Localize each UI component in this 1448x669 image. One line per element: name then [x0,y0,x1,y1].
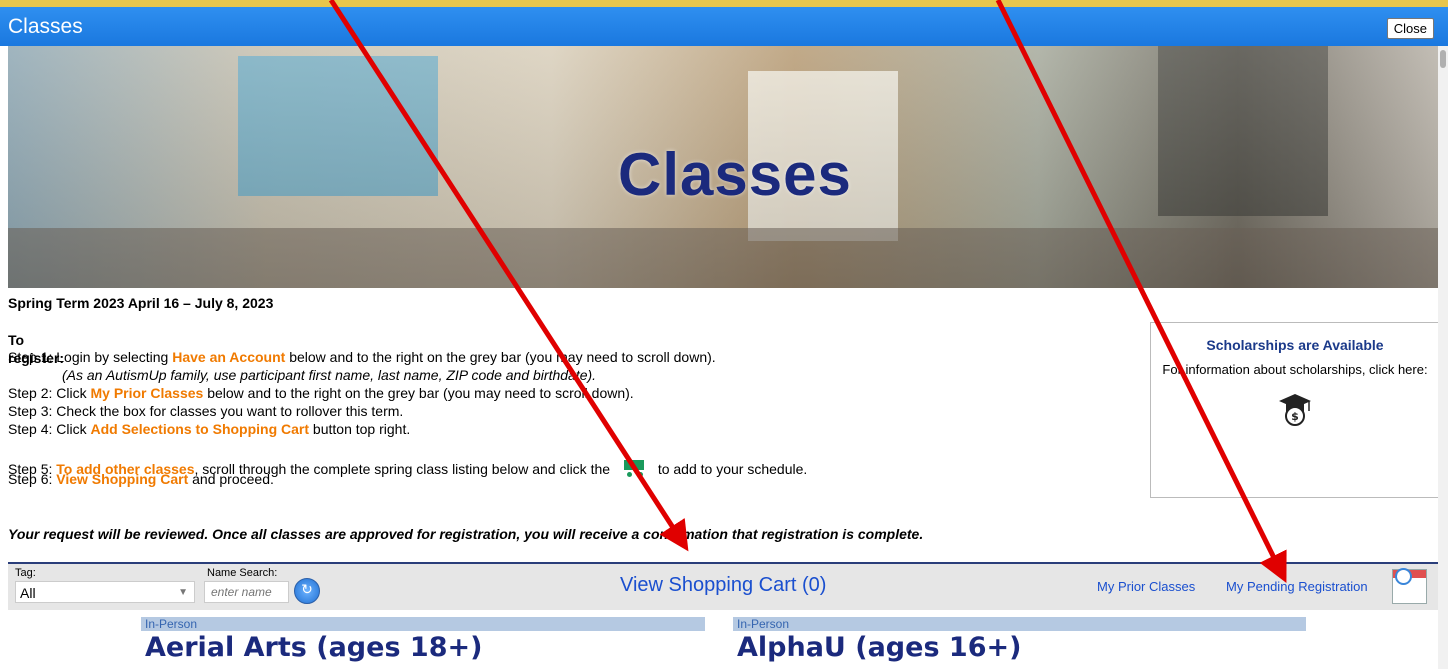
name-search-input[interactable] [204,581,289,603]
search-refresh-button[interactable]: ↻ [294,578,320,604]
class-name[interactable]: AlphaU (ages 16+) [733,632,1306,663]
tag-label: Tag: [15,567,36,579]
my-prior-classes-button[interactable]: My Prior Classes [1097,579,1195,594]
register-steps: Step 1: Login by selecting Have an Accou… [8,348,807,488]
calendar-clock-icon[interactable] [1392,568,1427,604]
step-6-text: Step 6: [8,471,57,487]
step-1-text-end: below and to the right on the grey bar (… [285,349,716,365]
chevron-down-icon: ▼ [178,587,188,598]
vertical-scrollbar[interactable] [1438,46,1448,669]
step-2-text-end: below and to the right on the grey bar (… [203,385,634,401]
step-1-note: (As an AutismUp family, use participant … [62,367,597,383]
scholarship-box[interactable]: Scholarships are Available For informati… [1150,322,1440,498]
filter-bar: Tag: All ▼ Name Search: ↻ View Shopping C… [8,562,1438,610]
refresh-icon: ↻ [301,581,313,597]
step-2-text: Step 2: Click [8,385,91,401]
window-titlebar: Classes Close [0,7,1448,46]
step-4-text-end: button top right. [309,421,411,437]
step-4-text: Step 4: Click [8,421,91,437]
svg-text:$: $ [1291,410,1299,423]
my-pending-registration-button[interactable]: My Pending Registration [1226,579,1368,594]
top-accent-line [0,0,1448,7]
hero-title: Classes [618,141,852,208]
step-5: Step 5: To add other classes, scroll thr… [8,452,807,477]
tag-select[interactable]: All ▼ [15,581,195,603]
hero-banner: Classes [8,46,1438,288]
name-search-label: Name Search: [207,567,278,579]
step-5-text-end: to add to your schedule. [653,461,808,477]
step-4: Step 4: Click Add Selections to Shopping… [8,420,807,438]
have-account-link[interactable]: Have an Account [172,349,285,365]
scholarship-heading: Scholarships are Available [1206,337,1384,353]
step-6-text-end: and proceed. [188,471,274,487]
step-3: Step 3: Check the box for classes you wa… [8,403,404,419]
close-button[interactable]: Close [1386,18,1434,39]
class-name[interactable]: Aerial Arts (ages 18+) [141,632,705,663]
my-prior-classes-link[interactable]: My Prior Classes [90,385,203,401]
graduation-cap-dollar-icon[interactable]: $ [1277,391,1313,427]
tag-select-value: All [20,585,36,601]
step-1: Step 1: Login by selecting Have an Accou… [8,348,807,366]
class-card[interactable]: In-Person AlphaU (ages 16+) [733,617,1306,669]
view-shopping-cart-button[interactable]: View Shopping Cart (0) [620,574,826,597]
class-type-label: In-Person [141,617,705,631]
view-shopping-cart-link[interactable]: View Shopping Cart [56,471,188,487]
scrollbar-thumb[interactable] [1440,50,1446,68]
cart-icon [620,456,648,478]
scholarship-text: For information about scholarships, clic… [1162,362,1428,377]
step-2: Step 2: Click My Prior Classes below and… [8,384,807,402]
step-1-text: Step 1: Login by selecting [8,349,173,365]
term-dates: Spring Term 2023 April 16 – July 8, 2023 [8,295,274,311]
add-selections-link[interactable]: Add Selections to Shopping Cart [90,421,309,437]
class-card[interactable]: In-Person Aerial Arts (ages 18+) [141,617,705,669]
window-title: Classes [8,15,83,38]
class-type-label: In-Person [733,617,1306,631]
step-gap [8,438,807,452]
review-notice: Your request will be reviewed. Once all … [8,526,924,542]
